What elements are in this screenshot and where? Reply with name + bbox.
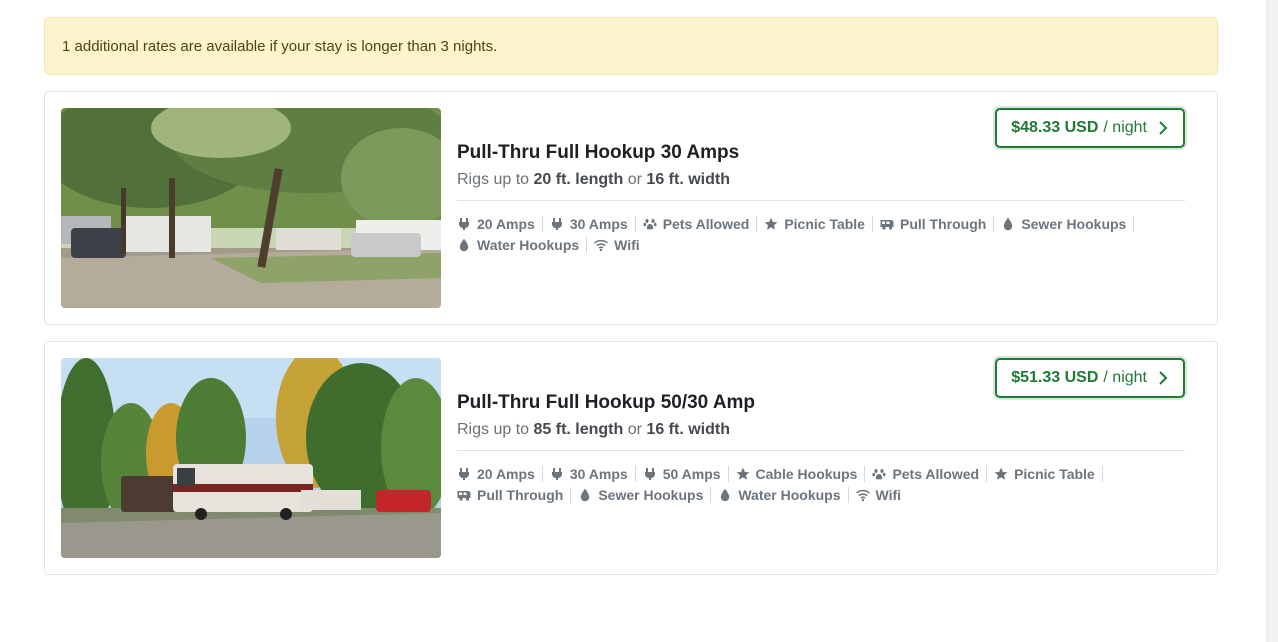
drop-icon — [578, 488, 592, 502]
drop-icon — [457, 238, 471, 252]
divider — [457, 200, 1185, 201]
amenity-label: Wifi — [614, 237, 640, 253]
amenity-item: Pets Allowed — [643, 216, 758, 232]
amenity-label: Picnic Table — [1014, 466, 1095, 482]
amenity-item: Sewer Hookups — [578, 487, 712, 503]
amenity-label: 30 Amps — [569, 216, 628, 232]
amenity-label: Water Hookups — [738, 487, 841, 503]
amenity-item: Picnic Table — [764, 216, 873, 232]
amenity-list: 20 Amps 30 Amps Pets Allowed Picnic Table Pu… — [457, 216, 1185, 253]
site-info: $51.33 USD / night Pull-Thru Full Hookup… — [457, 342, 1185, 574]
amenity-item: Water Hookups — [718, 487, 849, 503]
amenity-label: Pets Allowed — [892, 466, 980, 482]
site-card[interactable]: $48.33 USD / night Pull-Thru Full Hookup… — [44, 91, 1218, 325]
amenity-label: Cable Hookups — [755, 466, 858, 482]
amenity-item: Pull Through — [880, 216, 995, 232]
amenity-label: 20 Amps — [477, 466, 535, 482]
amenity-label: 30 Amps — [569, 466, 628, 482]
amenity-item: 20 Amps — [457, 216, 543, 232]
amenity-item: Sewer Hookups — [1001, 216, 1135, 232]
drop-icon — [718, 488, 732, 502]
plug-icon — [550, 217, 564, 231]
star-icon — [736, 467, 750, 481]
rates-notice-text: 1 additional rates are available if your… — [62, 37, 498, 55]
amenity-label: Pets Allowed — [662, 216, 750, 232]
site-title: Pull-Thru Full Hookup 30 Amps — [457, 142, 740, 163]
price-amount: $48.33 USD — [1011, 119, 1099, 136]
rv-icon — [457, 488, 471, 502]
amenity-label: Pull Through — [899, 216, 987, 232]
rig-prefix: Rigs up to — [457, 171, 530, 188]
price-button[interactable]: $48.33 USD / night — [995, 108, 1185, 148]
rv-icon — [880, 217, 894, 231]
scrollbar[interactable] — [1266, 0, 1278, 642]
price-unit: / night — [1103, 119, 1147, 136]
plug-icon — [643, 467, 657, 481]
site-card[interactable]: $51.33 USD / night Pull-Thru Full Hookup… — [44, 341, 1218, 575]
amenity-item: Wifi — [855, 487, 909, 503]
amenity-item: Cable Hookups — [736, 466, 866, 482]
rig-width: 16 ft. width — [646, 421, 730, 438]
site-photo[interactable] — [61, 108, 441, 308]
divider — [457, 450, 1185, 451]
amenity-label: Water Hookups — [477, 237, 580, 253]
site-info: $48.33 USD / night Pull-Thru Full Hookup… — [457, 92, 1185, 324]
amenity-list: 20 Amps 30 Amps 50 Amps Cable Hookups Pets A… — [457, 466, 1185, 503]
chevron-right-icon — [1157, 371, 1169, 385]
amenity-item: 20 Amps — [457, 466, 543, 482]
plug-icon — [457, 217, 471, 231]
rig-size: Rigs up to 85 ft. length or 16 ft. width — [457, 421, 730, 439]
rates-notice: 1 additional rates are available if your… — [44, 17, 1218, 75]
site-title: Pull-Thru Full Hookup 50/30 Amp — [457, 392, 756, 413]
plug-icon — [457, 467, 471, 481]
wifi-icon — [855, 488, 870, 502]
paw-icon — [643, 217, 657, 231]
amenity-item: Water Hookups — [457, 237, 588, 253]
rig-size: Rigs up to 20 ft. length or 16 ft. width — [457, 171, 730, 189]
amenity-label: Sewer Hookups — [1021, 216, 1127, 232]
chevron-right-icon — [1157, 121, 1169, 135]
amenity-item: 30 Amps — [550, 216, 636, 232]
star-icon — [994, 467, 1008, 481]
amenity-item: Wifi — [594, 237, 647, 253]
price-button[interactable]: $51.33 USD / night — [995, 358, 1185, 398]
price-amount: $51.33 USD — [1011, 369, 1099, 386]
star-icon — [764, 217, 778, 231]
amenity-item: 50 Amps — [643, 466, 729, 482]
amenity-item: Pull Through — [457, 487, 572, 503]
rig-or: or — [627, 421, 642, 438]
amenity-label: Pull Through — [477, 487, 564, 503]
amenity-item: Pets Allowed — [872, 466, 988, 482]
amenity-label: Wifi — [875, 487, 902, 503]
plug-icon — [550, 467, 564, 481]
rig-length: 20 ft. length — [533, 171, 624, 188]
drop-icon — [1001, 217, 1015, 231]
site-photo[interactable] — [61, 358, 441, 558]
wifi-icon — [594, 238, 609, 252]
rig-width: 16 ft. width — [646, 171, 730, 188]
rig-length: 85 ft. length — [533, 421, 624, 438]
amenity-item: Picnic Table — [994, 466, 1103, 482]
amenity-label: Sewer Hookups — [598, 487, 704, 503]
price-unit: / night — [1103, 369, 1147, 386]
rig-prefix: Rigs up to — [457, 421, 530, 438]
amenity-label: 20 Amps — [477, 216, 535, 232]
amenity-label: Picnic Table — [784, 216, 865, 232]
amenity-item: 30 Amps — [550, 466, 636, 482]
rig-or: or — [627, 171, 642, 188]
paw-icon — [872, 467, 887, 481]
amenity-label: 50 Amps — [662, 466, 721, 482]
